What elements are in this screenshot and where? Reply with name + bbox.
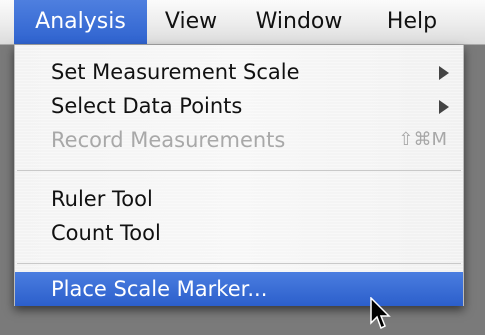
menu-item-label: Select Data Points [51, 94, 243, 118]
menu-window[interactable]: Window [241, 0, 357, 44]
menu-item-select-data-points[interactable]: Select Data Points [15, 89, 463, 123]
menu-help[interactable]: Help [377, 0, 447, 44]
menu-bar: Analysis View Window Help [0, 0, 485, 45]
menu-item-ruler-tool[interactable]: Ruler Tool [15, 182, 463, 216]
menu-separator [17, 263, 461, 264]
menu-separator [17, 170, 461, 171]
analysis-dropdown-menu: Set Measurement Scale Select Data Points… [14, 45, 464, 306]
mouse-pointer-icon [370, 297, 391, 330]
menu-item-label: Ruler Tool [51, 187, 153, 211]
shortcut-label: ⇧⌘M [398, 129, 447, 150]
menu-item-label: Record Measurements [51, 128, 286, 152]
menu-view[interactable]: View [160, 0, 222, 44]
menu-item-place-scale-marker[interactable]: Place Scale Marker... [15, 272, 463, 306]
menu-item-set-measurement-scale[interactable]: Set Measurement Scale [15, 55, 463, 89]
menu-item-label: Set Measurement Scale [51, 60, 300, 84]
submenu-arrow-icon [439, 66, 449, 80]
menu-item-count-tool[interactable]: Count Tool [15, 216, 463, 250]
menu-item-label: Count Tool [51, 221, 161, 245]
menu-item-record-measurements: Record Measurements ⇧⌘M [15, 123, 463, 157]
submenu-arrow-icon [439, 100, 449, 114]
menu-item-label: Place Scale Marker... [51, 277, 268, 301]
menu-analysis[interactable]: Analysis [14, 0, 147, 44]
